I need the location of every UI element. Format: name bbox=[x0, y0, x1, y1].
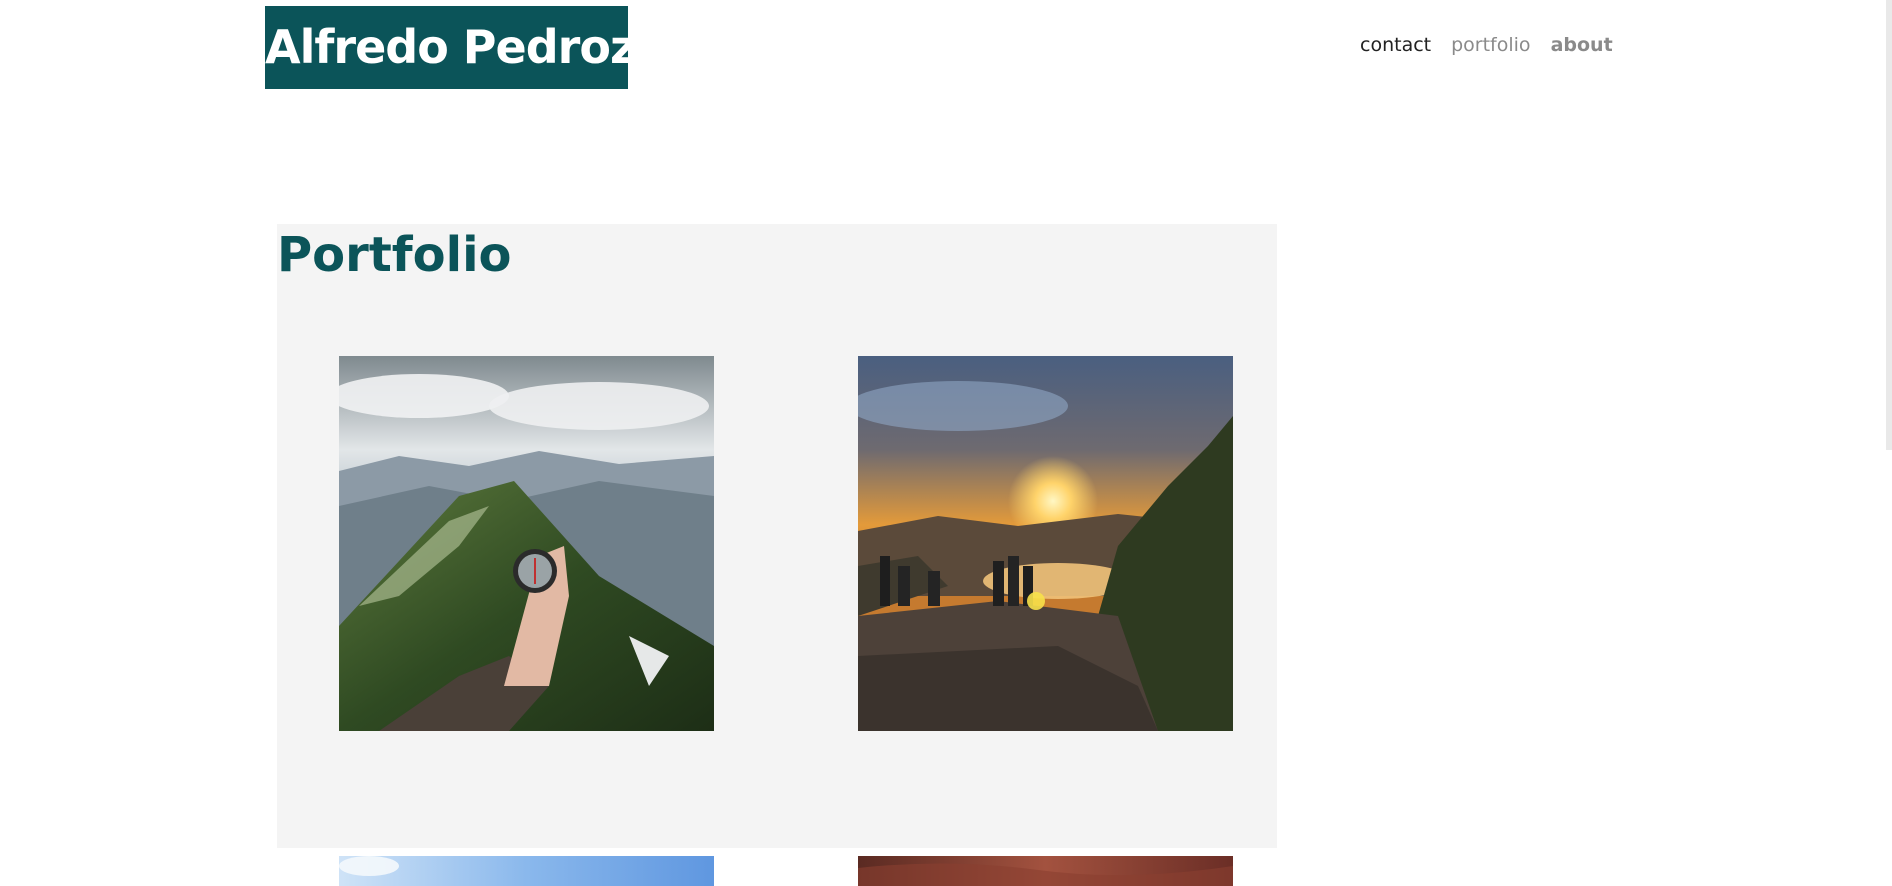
page-scrollbar[interactable] bbox=[1886, 0, 1892, 450]
portfolio-image-sunset-friends[interactable] bbox=[858, 356, 1233, 731]
page: Alfredo Pedroza contact portfolio about … bbox=[0, 0, 1892, 886]
main-nav: contact portfolio about bbox=[1360, 34, 1613, 56]
portfolio-image-canyon[interactable] bbox=[858, 856, 1233, 886]
portfolio-title: Portfolio bbox=[277, 227, 512, 283]
portfolio-image-mountain-compass[interactable] bbox=[339, 356, 714, 731]
nav-portfolio-link[interactable]: portfolio bbox=[1451, 34, 1530, 56]
site-logo[interactable]: Alfredo Pedroza bbox=[265, 6, 628, 89]
nav-contact-link[interactable]: contact bbox=[1360, 34, 1431, 56]
nav-about-link[interactable]: about bbox=[1551, 34, 1613, 56]
portfolio-image-sky[interactable] bbox=[339, 856, 714, 886]
